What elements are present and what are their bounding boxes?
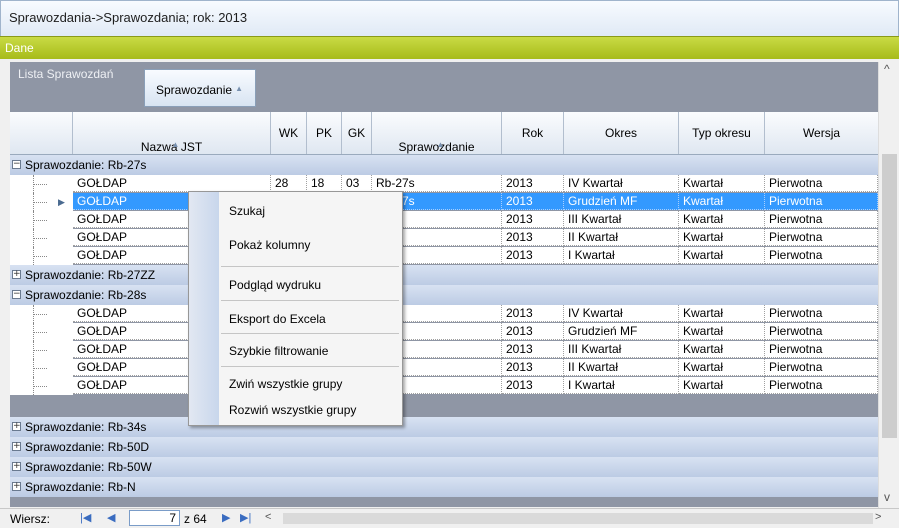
first-record-icon[interactable]: |◀ — [80, 511, 91, 524]
group-row-rb50d[interactable]: + Sprawozdanie: Rb-50D — [10, 437, 878, 457]
record-position-input[interactable]: 7 — [129, 510, 180, 526]
scroll-right-icon[interactable]: > — [875, 511, 881, 523]
expand-icon[interactable]: + — [12, 462, 21, 471]
group-by-panel: Lista Sprawozdań Sprawozdanie ▲ — [10, 62, 878, 112]
section-header-dane: Dane — [0, 36, 899, 59]
expand-icon[interactable]: + — [12, 270, 21, 279]
menu-separator — [221, 266, 399, 267]
collapse-icon[interactable]: − — [12, 160, 21, 169]
header-typ-okresu[interactable]: Typ okresu — [679, 112, 765, 154]
sort-ascending-icon: ▲ — [436, 140, 445, 149]
navigator-label: Wiersz: — [10, 512, 50, 526]
group-chip-sprawozdanie[interactable]: Sprawozdanie ▲ — [144, 69, 256, 107]
menu-item-szybkie-filtrowanie[interactable]: Szybkie filtrowanie — [229, 344, 328, 358]
menu-item-szukaj[interactable]: Szukaj — [229, 204, 265, 218]
menu-gutter — [189, 192, 219, 425]
section-title: Dane — [5, 41, 34, 55]
vertical-scrollbar[interactable]: ^ v — [878, 62, 899, 508]
window-title: Sprawozdania->Sprawozdania; rok: 2013 — [9, 10, 248, 25]
group-row-rbn[interactable]: + Sprawozdanie: Rb-N — [10, 477, 878, 497]
prev-record-icon[interactable]: ◀ — [107, 511, 115, 524]
record-navigator: Wiersz: |◀ ◀ 7 z 64 ▶ ▶| < > — [0, 508, 899, 528]
group-panel-caption: Lista Sprawozdań — [18, 67, 114, 81]
menu-item-pokaz-kolumny[interactable]: Pokaż kolumny — [229, 238, 310, 252]
menu-item-podglad-wydruku[interactable]: Podgląd wydruku — [229, 278, 321, 292]
table-row-selected[interactable]: ▶ GOŁDAP 28 18 03 Rb-27s 2013 Grudzień M… — [10, 193, 878, 211]
group-row-rb28s[interactable]: − Sprawozdanie: Rb-28s — [10, 285, 878, 305]
collapse-icon[interactable]: − — [12, 290, 21, 299]
group-row-rb27s[interactable]: − Sprawozdanie: Rb-27s — [10, 155, 878, 175]
window-title-bar: Sprawozdania->Sprawozdania; rok: 2013 — [0, 0, 899, 37]
group-chip-label: Sprawozdanie — [156, 83, 233, 97]
table-row[interactable]: GOŁDAP 28 18 03 Rb-27s 2013 IV Kwartał K… — [10, 175, 878, 193]
group-label: Sprawozdanie: Rb-50D — [25, 440, 150, 454]
group-row-rb27zz[interactable]: + Sprawozdanie: Rb-27ZZ — [10, 265, 878, 285]
table-row[interactable]: GOŁDAP -27s 2013 II Kwartał Kwartał Pier… — [10, 229, 878, 247]
scrollbar-thumb[interactable] — [882, 154, 897, 438]
scroll-down-icon[interactable]: v — [884, 490, 890, 504]
sort-ascending-icon: ▲ — [235, 84, 243, 93]
table-row[interactable]: GOŁDAP -27s 2013 I Kwartał Kwartał Pierw… — [10, 247, 878, 265]
group-label: Sprawozdanie: Rb-50W — [25, 460, 152, 474]
scroll-left-icon[interactable]: < — [265, 511, 271, 523]
header-okres[interactable]: Okres — [564, 112, 679, 154]
group-label: Sprawozdanie: Rb-27s — [25, 158, 147, 172]
group-label: Sprawozdanie: Rb-27ZZ — [25, 268, 156, 282]
expand-icon[interactable]: + — [12, 422, 21, 431]
reports-grid[interactable]: Nazwa JST ▲ WK PK GK Sprawozdanie ▲ Rok Ok… — [10, 112, 878, 507]
expand-icon[interactable]: + — [12, 482, 21, 491]
group-label: Sprawozdanie: Rb-34s — [25, 420, 147, 434]
row-pointer-icon: ▶ — [58, 197, 65, 207]
menu-item-eksport-excel[interactable]: Eksport do Excela — [229, 312, 326, 326]
context-menu: Szukaj Pokaż kolumny Podgląd wydruku Eks… — [188, 191, 403, 426]
sort-ascending-icon: ▲ — [171, 140, 180, 149]
table-row[interactable]: GOŁDAP -28s 2013 II Kwartał Kwartał Pier… — [10, 359, 878, 377]
header-wersja[interactable]: Wersja — [765, 112, 878, 154]
header-sprawozdanie[interactable]: Sprawozdanie ▲ — [372, 112, 502, 154]
table-row[interactable]: GOŁDAP -28s 2013 Grudzień MF Kwartał Pie… — [10, 323, 878, 341]
group-label: Sprawozdanie: Rb-28s — [25, 288, 147, 302]
header-gk[interactable]: GK — [342, 112, 372, 154]
group-row-rb34s[interactable]: + Sprawozdanie: Rb-34s — [10, 417, 878, 437]
last-record-icon[interactable]: ▶| — [240, 511, 251, 524]
header-rok[interactable]: Rok — [502, 112, 564, 154]
group-row-rb50w[interactable]: + Sprawozdanie: Rb-50W — [10, 457, 878, 477]
menu-separator — [221, 366, 399, 367]
menu-separator — [221, 333, 399, 334]
table-row[interactable]: GOŁDAP -27s 2013 III Kwartał Kwartał Pie… — [10, 211, 878, 229]
expand-icon[interactable]: + — [12, 442, 21, 451]
record-total: z 64 — [184, 512, 207, 526]
header-pk[interactable]: PK — [307, 112, 342, 154]
scroll-up-icon[interactable]: ^ — [884, 62, 890, 76]
group-label: Sprawozdanie: Rb-N — [25, 480, 136, 494]
table-row[interactable]: GOŁDAP -28s 2013 IV Kwartał Kwartał Pier… — [10, 305, 878, 323]
table-row[interactable]: GOŁDAP -28s 2013 I Kwartał Kwartał Pierw… — [10, 377, 878, 395]
header-indicator — [10, 112, 73, 154]
header-nazwa-jst[interactable]: Nazwa JST ▲ — [73, 112, 271, 154]
grid-header-row: Nazwa JST ▲ WK PK GK Sprawozdanie ▲ Rok Ok… — [10, 112, 878, 155]
table-row[interactable]: GOŁDAP -28s 2013 III Kwartał Kwartał Pie… — [10, 341, 878, 359]
header-wk[interactable]: WK — [271, 112, 307, 154]
horizontal-scrollbar-track[interactable] — [283, 513, 873, 524]
next-record-icon[interactable]: ▶ — [222, 511, 230, 524]
menu-item-rozwin-grupy[interactable]: Rozwiń wszystkie grupy — [229, 403, 356, 417]
menu-item-zwin-grupy[interactable]: Zwiń wszystkie grupy — [229, 377, 342, 391]
menu-separator — [221, 300, 399, 301]
